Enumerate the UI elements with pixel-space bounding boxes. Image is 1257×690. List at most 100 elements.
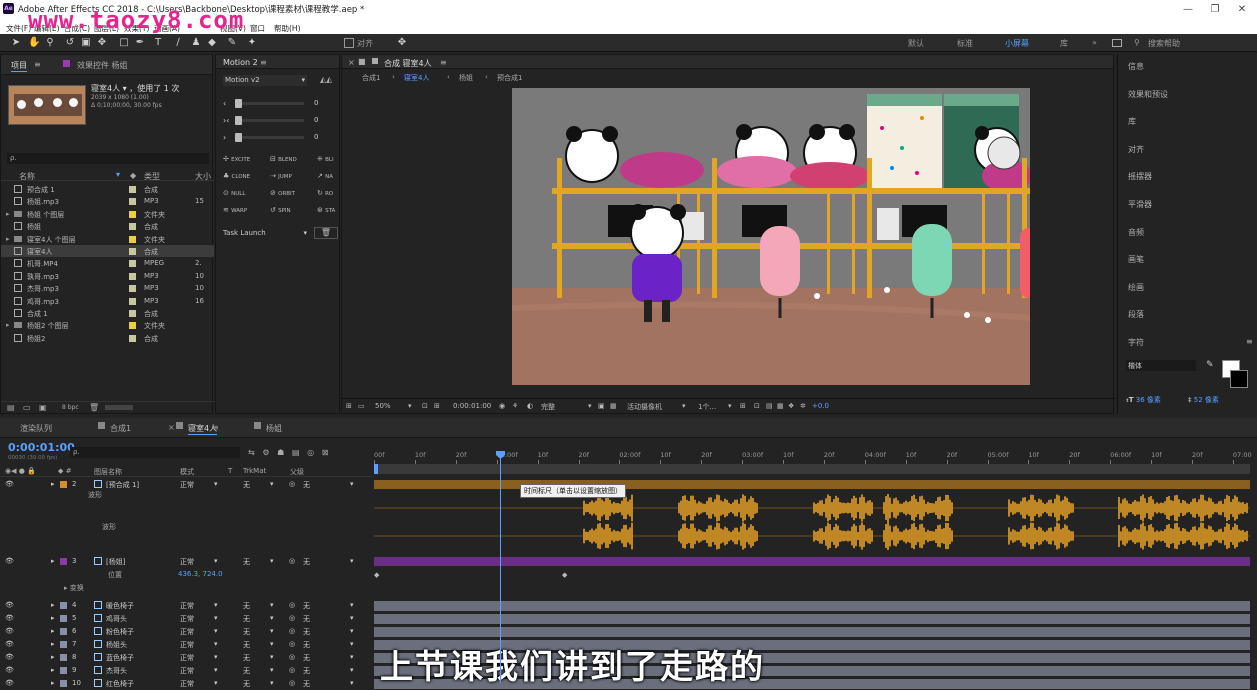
layer-label-color[interactable] bbox=[60, 628, 67, 637]
source-name-header[interactable]: 图层名称 bbox=[94, 467, 122, 477]
zoom-tool-icon[interactable]: ⚲ bbox=[44, 37, 56, 49]
layer-parent[interactable]: 无 bbox=[303, 653, 310, 663]
motion-button-blend[interactable]: ⊟ BLEND bbox=[270, 155, 297, 163]
timeline-layer[interactable]: 👁 ▸ 4 暖色椅子 正常 ▾ 无 ▾ ◎ 无 ▾ bbox=[0, 599, 372, 612]
right-panel-item[interactable]: 平滑器 bbox=[1128, 199, 1152, 210]
right-panel-item[interactable]: 音频 bbox=[1128, 227, 1144, 238]
label-color-swatch[interactable] bbox=[129, 186, 136, 195]
channel-icon[interactable]: ◐ bbox=[527, 402, 533, 410]
label-color-swatch[interactable] bbox=[129, 248, 136, 257]
right-panel-item[interactable]: 摇摆器 bbox=[1128, 171, 1152, 182]
layer-duration-bar[interactable] bbox=[374, 557, 1250, 566]
visibility-icon[interactable]: 👁 bbox=[5, 679, 14, 687]
search-help-toggle[interactable] bbox=[1112, 39, 1122, 47]
layer-parent[interactable]: 无 bbox=[303, 666, 310, 676]
project-search-input[interactable]: ρ. bbox=[7, 153, 209, 164]
timeline-layer[interactable]: 👁 ▸ 5 鸡哥头 正常 ▾ 无 ▾ ◎ 无 ▾ bbox=[0, 612, 372, 625]
breadcrumb-comp1[interactable]: 合成1 bbox=[362, 73, 380, 83]
snap-option-icon[interactable]: ✥ bbox=[396, 37, 408, 49]
timeline-layer[interactable]: 👁 ▸ 2 [预合成 1] 正常 ▾ 无 ▾ ◎ 无 ▾ bbox=[0, 478, 372, 491]
task-dropdown[interactable]: Task Launch ▾ bbox=[223, 229, 307, 240]
comp-flowchart-icon[interactable]: ⇆ bbox=[248, 448, 255, 457]
layer-label-color[interactable] bbox=[60, 615, 67, 624]
comp-tab-title[interactable]: 合成 寝室4人 bbox=[384, 58, 432, 69]
slider-value[interactable]: 0 bbox=[314, 133, 318, 141]
interpret-footage-icon[interactable]: ▤ bbox=[7, 403, 15, 412]
workspace-default[interactable]: 默认 bbox=[908, 38, 924, 49]
views-dropdown[interactable]: 1个... bbox=[698, 402, 716, 412]
label-color-swatch[interactable] bbox=[129, 210, 136, 220]
label-color-swatch[interactable] bbox=[129, 285, 136, 294]
project-item[interactable]: 杨姐.mp3 MP3 15 bbox=[1, 195, 214, 207]
work-area-start[interactable] bbox=[374, 464, 378, 474]
stroke-color-swatch[interactable] bbox=[1230, 370, 1248, 388]
layer-trkmat[interactable]: 无 bbox=[243, 653, 250, 663]
comp-timecode[interactable]: 0:00:01:00 bbox=[453, 402, 491, 410]
maximize-icon[interactable]: ❐ bbox=[1205, 4, 1225, 15]
right-panel-item[interactable]: 库 bbox=[1128, 116, 1136, 127]
camera-dropdown[interactable]: 活动摄像机 bbox=[627, 402, 662, 412]
motion-button-ro[interactable]: ↻ RO bbox=[317, 189, 333, 197]
motion-button-clone[interactable]: ♣ CLONE bbox=[223, 172, 250, 180]
layer-mode[interactable]: 正常 bbox=[180, 666, 194, 676]
timeline-timecode[interactable]: 0:00:01:00 bbox=[8, 441, 75, 454]
layer-duration-bar[interactable] bbox=[374, 601, 1250, 611]
zoom-dropdown[interactable]: 50% bbox=[375, 402, 391, 410]
close-tab-icon[interactable]: × bbox=[348, 58, 355, 67]
show-snapshot-icon[interactable]: ⚘ bbox=[512, 402, 518, 410]
more-workspaces-icon[interactable]: » bbox=[1092, 38, 1097, 47]
layer-parent[interactable]: 无 bbox=[303, 640, 310, 650]
slider-value[interactable]: 0 bbox=[314, 116, 318, 124]
project-item[interactable]: ▸ 杨姐 个图层 文件夹 bbox=[1, 208, 214, 220]
position-value[interactable]: 436.3, 724.0 bbox=[178, 570, 223, 578]
keyframe-2[interactable]: ◆ bbox=[562, 571, 567, 579]
visibility-icon[interactable]: 👁 bbox=[5, 601, 14, 609]
col-name-header[interactable]: 名称 bbox=[19, 171, 35, 182]
playhead[interactable] bbox=[500, 453, 501, 683]
project-item[interactable]: 杨姐 合成 bbox=[1, 220, 214, 232]
project-item[interactable]: 杨姐2 合成 bbox=[1, 332, 214, 344]
parent-pickwhip-icon[interactable]: ◎ bbox=[289, 627, 295, 635]
snapshot-icon[interactable]: ◉ bbox=[499, 402, 505, 410]
right-panel-item[interactable]: 画笔 bbox=[1128, 254, 1144, 265]
layer-trkmat[interactable]: 无 bbox=[243, 679, 250, 689]
label-color-swatch[interactable] bbox=[129, 235, 136, 245]
layer-mode[interactable]: 正常 bbox=[180, 601, 194, 611]
layer-label-color[interactable] bbox=[60, 680, 67, 689]
motion-button-jump[interactable]: ⇢ JUMP bbox=[270, 172, 292, 180]
parent-pickwhip-icon[interactable]: ◎ bbox=[289, 666, 295, 674]
minimize-icon[interactable]: — bbox=[1178, 4, 1198, 15]
workspace-library[interactable]: 库 bbox=[1060, 38, 1068, 49]
type-tool-icon[interactable]: T bbox=[152, 37, 164, 49]
motion-preset-dropdown[interactable]: Motion v2 ▾ bbox=[223, 75, 307, 86]
hand-tool-icon[interactable]: ✋ bbox=[28, 37, 40, 49]
flowchart-icon[interactable]: ❖ bbox=[788, 402, 794, 410]
project-item[interactable]: 孰哥.mp3 MP3 10 bbox=[1, 270, 214, 282]
panel-menu-icon[interactable]: ≡ bbox=[34, 60, 41, 69]
motion-slider[interactable] bbox=[238, 102, 304, 105]
timeline-layer[interactable]: 👁 ▸ 7 杨姐头 正常 ▾ 无 ▾ ◎ 无 ▾ bbox=[0, 638, 372, 651]
slider-value[interactable]: 0 bbox=[314, 99, 318, 107]
project-item[interactable]: 杰哥.mp3 MP3 10 bbox=[1, 282, 214, 294]
timeline-layer[interactable]: 👁 ▸ 3 [杨姐] 正常 ▾ 无 ▾ ◎ 无 ▾ bbox=[0, 555, 372, 568]
tab-effect-controls[interactable]: 效果控件 杨姐 bbox=[77, 60, 128, 71]
label-color-swatch[interactable] bbox=[129, 297, 136, 307]
new-comp-icon[interactable]: ▣ bbox=[39, 403, 47, 412]
layer-parent[interactable]: 无 bbox=[303, 601, 310, 611]
reset-exposure-icon[interactable]: ⊡ bbox=[754, 402, 760, 410]
motion-blur-icon[interactable]: ◎ bbox=[307, 448, 314, 457]
search-help-input[interactable]: 搜索帮助 bbox=[1148, 38, 1180, 49]
font-family-dropdown[interactable]: 楷体 bbox=[1126, 360, 1196, 371]
layer-trkmat[interactable]: 无 bbox=[243, 666, 250, 676]
layer-mode[interactable]: 正常 bbox=[180, 640, 194, 650]
preview-icon[interactable]: ⊞ bbox=[346, 402, 352, 410]
visibility-icon[interactable]: 👁 bbox=[5, 653, 14, 661]
camera-tool-icon[interactable]: ▣ bbox=[80, 37, 92, 49]
motion-button-warp[interactable]: ≋ WARP bbox=[223, 206, 247, 214]
rotate-tool-icon[interactable]: ↺ bbox=[64, 37, 76, 49]
breadcrumb-precomp1[interactable]: 预合成1 bbox=[497, 73, 522, 83]
project-item[interactable]: ▸ 寝室4人 个图层 文件夹 bbox=[1, 233, 214, 245]
snap-checkbox[interactable] bbox=[344, 38, 354, 48]
motion-button-excite[interactable]: ✢ EXCITE bbox=[223, 155, 250, 163]
parent-pickwhip-icon[interactable]: ◎ bbox=[289, 679, 295, 687]
